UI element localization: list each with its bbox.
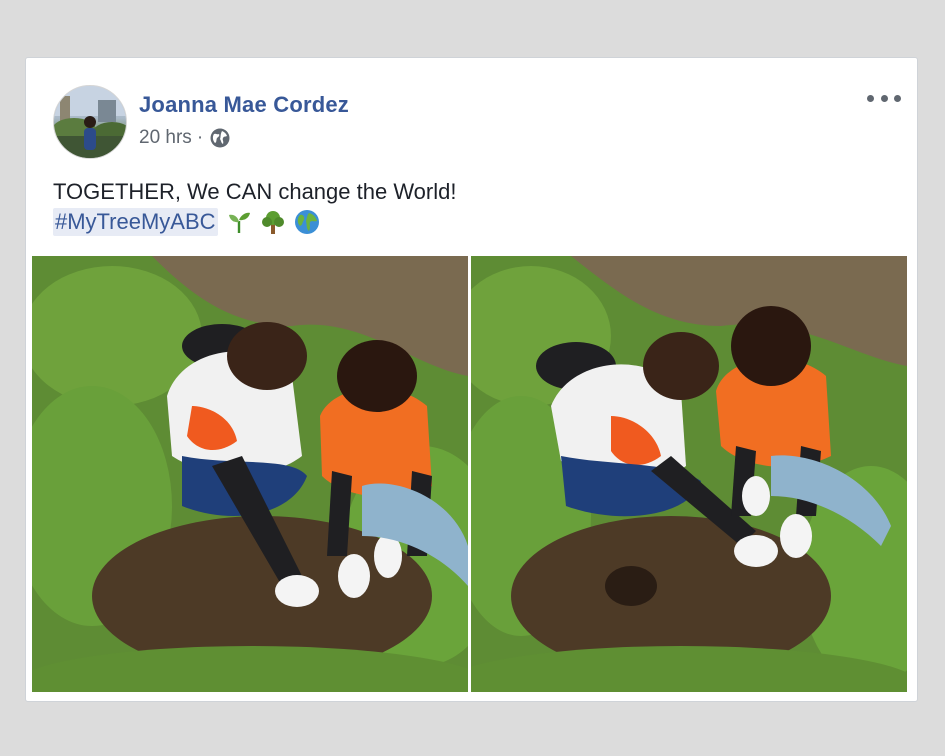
globe-earth-emoji [294, 209, 320, 235]
dot-icon [894, 94, 901, 102]
post-timestamp[interactable]: 20 hrs [139, 127, 192, 149]
dot-icon [867, 94, 874, 102]
post-card: Joanna Mae Cordez 20 hrs · TOGETHER, We … [25, 57, 918, 702]
avatar-image [54, 86, 126, 158]
post-photo-2[interactable] [471, 256, 907, 692]
post-text: TOGETHER, We CAN change the World! [53, 179, 457, 204]
hashtag-link[interactable]: #MyTreeMyABC [53, 208, 218, 236]
dot-icon [880, 94, 888, 102]
tree-planting-photo [471, 256, 907, 692]
seedling-emoji [226, 209, 252, 235]
post-meta: 20 hrs · [139, 127, 231, 149]
post-photo-1[interactable] [32, 256, 468, 692]
author-name[interactable]: Joanna Mae Cordez [139, 92, 349, 118]
globe-icon[interactable] [209, 127, 231, 149]
tree-emoji [260, 209, 286, 235]
meta-separator: · [196, 127, 204, 148]
author-avatar[interactable] [53, 85, 127, 159]
more-options-button[interactable] [867, 88, 901, 108]
tree-planting-photo [32, 256, 468, 692]
hashtag-row: #MyTreeMyABC [53, 205, 320, 239]
